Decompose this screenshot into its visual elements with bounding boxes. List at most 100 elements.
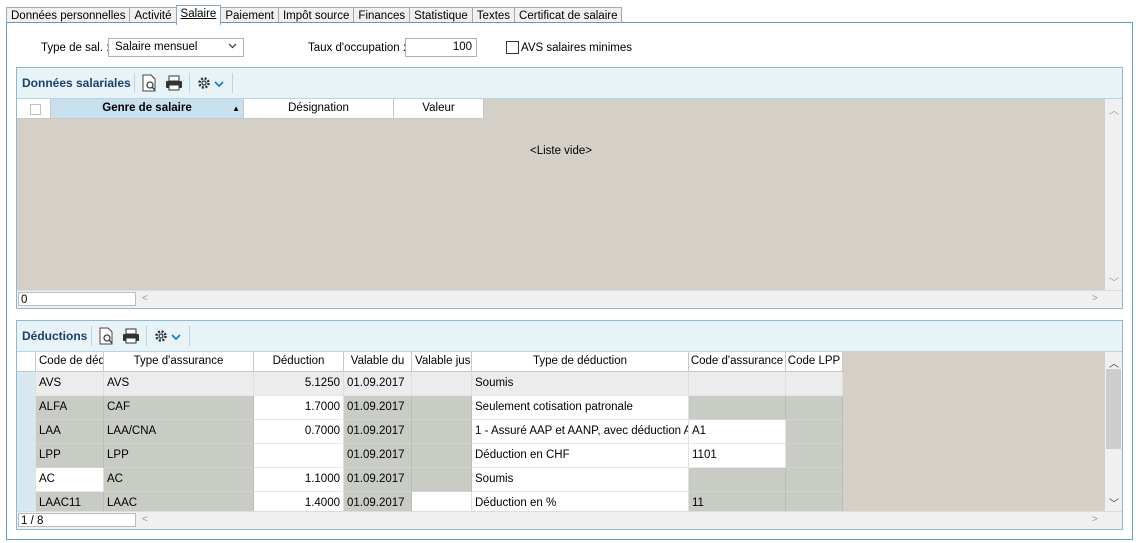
deduction-cell-code-assurance[interactable]: A1 bbox=[689, 420, 786, 444]
column-header-designation[interactable]: Désignation bbox=[244, 99, 394, 119]
column-header-type-assurance[interactable]: Type d'assurance bbox=[104, 352, 254, 372]
deduction-cell-code[interactable]: AVS bbox=[36, 372, 104, 396]
gear-icon[interactable] bbox=[195, 74, 213, 92]
column-header-genre-de-salaire[interactable]: Genre de salaire ▲ bbox=[51, 99, 244, 119]
deduction-cell-code-lpp[interactable] bbox=[786, 492, 843, 512]
deduction-cell-code[interactable]: LPP bbox=[36, 444, 104, 468]
row-indicator[interactable] bbox=[17, 420, 36, 444]
donnees-salariales-panel: Données salariales Genre de salaire ▲ Dé… bbox=[16, 67, 1123, 309]
empty-list-text: <Liste vide> bbox=[529, 145, 592, 157]
deduction-cell-valable-du[interactable]: 01.09.2017 bbox=[344, 372, 412, 396]
column-header-code-de-deduction[interactable]: Code de déduction bbox=[36, 352, 104, 372]
scroll-left-icon[interactable]: < bbox=[142, 293, 148, 304]
scroll-down-icon[interactable]: ﹀ bbox=[1109, 274, 1119, 289]
deduction-cell-valable-du[interactable]: 01.09.2017 bbox=[344, 444, 412, 468]
select-all-checkbox[interactable] bbox=[30, 104, 41, 115]
chevron-down-icon[interactable] bbox=[213, 78, 225, 90]
chevron-down-icon[interactable] bbox=[170, 331, 182, 343]
deduction-cell-type[interactable]: CAF bbox=[104, 396, 254, 420]
taux-occupation-input[interactable]: 100 bbox=[405, 38, 477, 57]
tab-label: Statistique bbox=[414, 10, 468, 22]
deduction-cell-valable-jusqu[interactable] bbox=[412, 396, 472, 420]
tab-label: Salaire bbox=[180, 8, 217, 20]
column-header-code-lpp[interactable]: Code LPP bbox=[786, 352, 843, 372]
deduction-cell-code[interactable]: LAA bbox=[36, 420, 104, 444]
deduction-cell-code[interactable]: ALFA bbox=[36, 396, 104, 420]
tab-strip: Données personnelles Activité Salaire Pa… bbox=[6, 5, 623, 25]
deduction-cell-type[interactable]: AVS bbox=[104, 372, 254, 396]
row-indicator[interactable] bbox=[17, 492, 36, 512]
deduction-cell-deduction[interactable] bbox=[254, 444, 344, 468]
scrollbar-thumb[interactable] bbox=[1106, 369, 1121, 449]
deduction-cell-code-assurance[interactable] bbox=[689, 372, 786, 396]
scroll-left-icon[interactable]: < bbox=[142, 514, 148, 525]
deduction-cell-type[interactable]: LAA/CNA bbox=[104, 420, 254, 444]
deduction-cell-type-deduction[interactable]: Déduction en CHF bbox=[472, 444, 689, 468]
scroll-right-icon[interactable]: > bbox=[1092, 293, 1098, 304]
deduction-cell-valable-du[interactable]: 01.09.2017 bbox=[344, 396, 412, 420]
deduction-cell-deduction[interactable]: 5.1250 bbox=[254, 372, 344, 396]
column-header-valeur[interactable]: Valeur bbox=[394, 99, 484, 119]
deduction-cell-valable-jusqu[interactable] bbox=[412, 492, 472, 512]
deduction-cell-code[interactable]: LAAC11 bbox=[36, 492, 104, 512]
column-header-valable-du[interactable]: Valable du bbox=[344, 352, 412, 372]
column-header-type-de-deduction[interactable]: Type de déduction bbox=[472, 352, 689, 372]
deduction-cell-code-assurance[interactable]: 11 bbox=[689, 492, 786, 512]
deduction-cell-code[interactable]: AC bbox=[36, 468, 104, 492]
deduction-cell-type-deduction[interactable]: Seulement cotisation patronale bbox=[472, 396, 689, 420]
deduction-cell-deduction[interactable]: 1.4000 bbox=[254, 492, 344, 512]
deduction-cell-code-lpp[interactable] bbox=[786, 372, 843, 396]
deduction-cell-valable-du[interactable]: 01.09.2017 bbox=[344, 492, 412, 512]
row-indicator[interactable] bbox=[17, 372, 36, 396]
tab-salaire[interactable]: Salaire bbox=[175, 5, 222, 25]
row-indicator[interactable] bbox=[17, 396, 36, 420]
tab-label: Textes bbox=[476, 10, 511, 22]
column-header-deduction[interactable]: Déduction bbox=[254, 352, 344, 372]
deduction-cell-code-lpp[interactable] bbox=[786, 444, 843, 468]
deduction-cell-deduction[interactable]: 1.7000 bbox=[254, 396, 344, 420]
gear-icon[interactable] bbox=[152, 327, 170, 345]
select-all-header[interactable] bbox=[17, 99, 51, 119]
deduction-cell-code-lpp[interactable] bbox=[786, 420, 843, 444]
vertical-scrollbar[interactable]: ︿ ﹀ bbox=[1105, 99, 1122, 291]
toolbar-separator bbox=[134, 73, 135, 93]
deduction-cell-code-assurance[interactable] bbox=[689, 468, 786, 492]
deduction-cell-type[interactable]: AC bbox=[104, 468, 254, 492]
deduction-cell-type-deduction[interactable]: Soumis bbox=[472, 372, 689, 396]
vertical-scrollbar[interactable]: ︿ ﹀ bbox=[1105, 352, 1122, 512]
deduction-cell-valable-jusqu[interactable] bbox=[412, 372, 472, 396]
deduction-cell-type-deduction[interactable]: Soumis bbox=[472, 468, 689, 492]
print-preview-icon[interactable] bbox=[97, 327, 115, 345]
deduction-cell-code-lpp[interactable] bbox=[786, 396, 843, 420]
print-icon[interactable] bbox=[122, 327, 140, 345]
scroll-right-icon[interactable]: > bbox=[1092, 514, 1098, 525]
deduction-cell-type[interactable]: LPP bbox=[104, 444, 254, 468]
deduction-cell-type-deduction[interactable]: 1 - Assuré AAP et AANP, avec déduction A… bbox=[472, 420, 689, 444]
taux-occupation-label: Taux d'occupation : bbox=[308, 42, 407, 54]
deduction-cell-deduction[interactable]: 0.7000 bbox=[254, 420, 344, 444]
deduction-cell-type-deduction[interactable]: Déduction en % bbox=[472, 492, 689, 512]
row-indicator[interactable] bbox=[17, 468, 36, 492]
deduction-cell-valable-jusqu[interactable] bbox=[412, 444, 472, 468]
scroll-up-icon[interactable]: ︿ bbox=[1109, 102, 1119, 117]
deduction-cell-valable-du[interactable]: 01.09.2017 bbox=[344, 420, 412, 444]
print-preview-icon[interactable] bbox=[140, 74, 158, 92]
scroll-down-icon[interactable]: ﹀ bbox=[1109, 495, 1119, 510]
deduction-cell-type[interactable]: LAAC bbox=[104, 492, 254, 512]
donnees-salariales-grid: Genre de salaire ▲ Désignation Valeur <L… bbox=[17, 99, 1122, 291]
deduction-cell-valable-jusqu[interactable] bbox=[412, 468, 472, 492]
deduction-cell-code-lpp[interactable] bbox=[786, 468, 843, 492]
print-icon[interactable] bbox=[165, 74, 183, 92]
deduction-cell-code-assurance[interactable] bbox=[689, 396, 786, 420]
type-salaire-select[interactable]: Salaire mensuel bbox=[108, 38, 244, 57]
column-header-valable-jusqu[interactable]: Valable jusqu'au bbox=[412, 352, 472, 372]
column-header-code-assurance[interactable]: Code d'assurance bbox=[689, 352, 786, 372]
deduction-cell-deduction[interactable]: 1.1000 bbox=[254, 468, 344, 492]
deduction-cell-valable-du[interactable]: 01.09.2017 bbox=[344, 468, 412, 492]
row-indicator[interactable] bbox=[17, 444, 36, 468]
avs-salaires-minimes-checkbox[interactable] bbox=[506, 41, 519, 54]
deduction-cell-code-assurance[interactable]: 1101 bbox=[689, 444, 786, 468]
scroll-up-icon[interactable]: ︿ bbox=[1109, 355, 1119, 370]
deduction-cell-valable-jusqu[interactable] bbox=[412, 420, 472, 444]
deductions-title: Déductions bbox=[22, 329, 88, 343]
